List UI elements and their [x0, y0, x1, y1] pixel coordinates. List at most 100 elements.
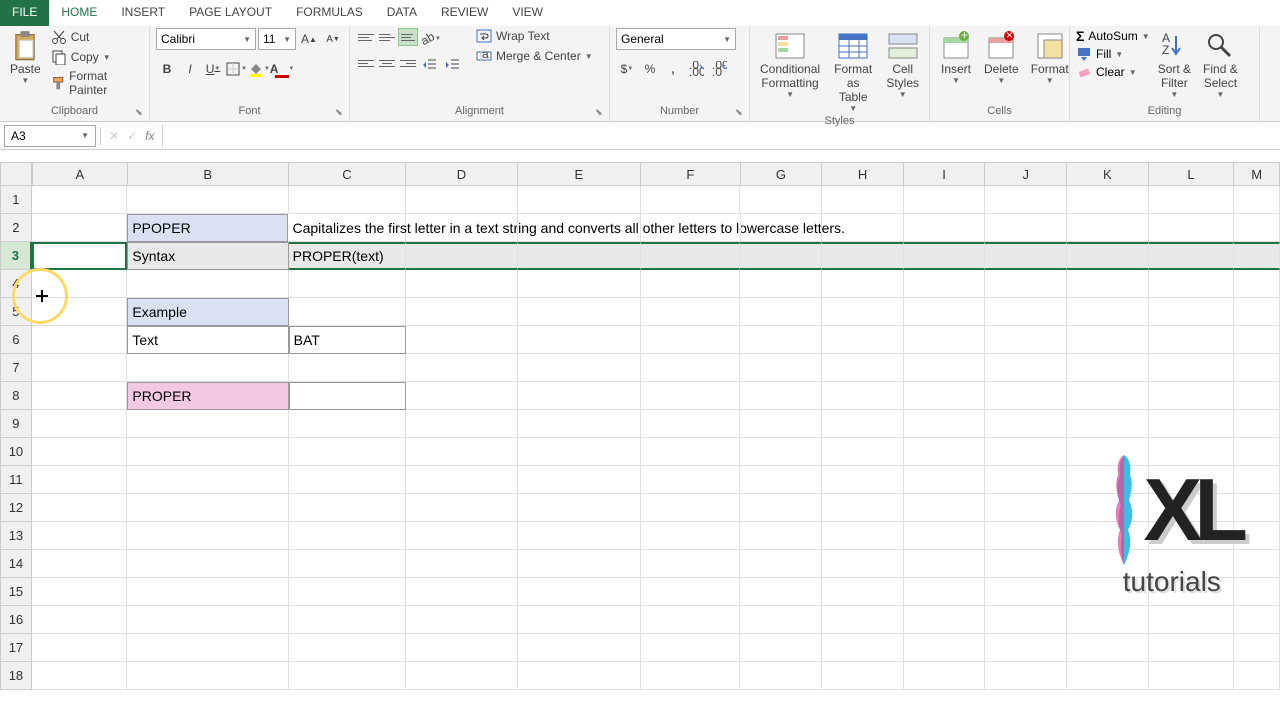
grow-font-button[interactable]: A▲: [298, 28, 320, 50]
cell[interactable]: [641, 438, 741, 466]
cell[interactable]: Example: [127, 298, 288, 326]
column-header[interactable]: F: [641, 162, 741, 186]
column-header[interactable]: I: [904, 162, 986, 186]
cell[interactable]: [1067, 298, 1149, 326]
cell[interactable]: [1234, 298, 1280, 326]
cell[interactable]: PPOPER: [127, 214, 288, 242]
row-header[interactable]: 4: [0, 270, 32, 298]
cell[interactable]: [127, 466, 288, 494]
cell[interactable]: [1067, 382, 1149, 410]
cell[interactable]: [1234, 634, 1280, 662]
cell[interactable]: [904, 186, 986, 214]
cell[interactable]: [406, 242, 517, 270]
column-header[interactable]: H: [822, 162, 904, 186]
cell[interactable]: [1149, 242, 1235, 270]
cell[interactable]: [1234, 382, 1280, 410]
row-header[interactable]: 12: [0, 494, 32, 522]
cell[interactable]: [32, 522, 128, 550]
cell[interactable]: [1234, 466, 1280, 494]
cell[interactable]: [127, 662, 288, 690]
column-header[interactable]: L: [1149, 162, 1235, 186]
column-header[interactable]: B: [128, 162, 289, 186]
align-middle-button[interactable]: [377, 28, 397, 46]
cell[interactable]: [985, 634, 1067, 662]
cell[interactable]: [127, 578, 288, 606]
cell[interactable]: [518, 298, 641, 326]
row-header[interactable]: 16: [0, 606, 32, 634]
cell[interactable]: [740, 550, 822, 578]
cell[interactable]: [1149, 382, 1235, 410]
select-all-corner[interactable]: [0, 162, 32, 186]
cell[interactable]: [985, 466, 1067, 494]
cell[interactable]: [740, 326, 822, 354]
increase-decimal-button[interactable]: .0.00: [685, 58, 707, 80]
font-color-button[interactable]: A▼: [271, 58, 293, 80]
cell[interactable]: [1234, 578, 1280, 606]
cell[interactable]: [1234, 606, 1280, 634]
cell[interactable]: [1067, 214, 1149, 242]
cell[interactable]: [985, 662, 1067, 690]
column-header[interactable]: E: [518, 162, 641, 186]
cell[interactable]: [127, 550, 288, 578]
row-header[interactable]: 6: [0, 326, 32, 354]
cell[interactable]: [904, 634, 986, 662]
name-box[interactable]: A3▼: [4, 125, 96, 147]
row-header[interactable]: 10: [0, 438, 32, 466]
cell[interactable]: [1067, 354, 1149, 382]
cell[interactable]: [904, 578, 986, 606]
cell[interactable]: [740, 578, 822, 606]
cell[interactable]: [822, 438, 904, 466]
cell[interactable]: [740, 410, 822, 438]
cell[interactable]: [1234, 438, 1280, 466]
cell[interactable]: [985, 578, 1067, 606]
cell[interactable]: [904, 382, 986, 410]
cell[interactable]: [740, 606, 822, 634]
dialog-launcher[interactable]: ⬊: [135, 107, 147, 119]
cell[interactable]: [127, 186, 288, 214]
dialog-launcher[interactable]: ⬊: [735, 107, 747, 119]
cell[interactable]: [518, 270, 641, 298]
row-header[interactable]: 13: [0, 522, 32, 550]
cell[interactable]: [518, 438, 641, 466]
cell[interactable]: [1067, 634, 1149, 662]
cell[interactable]: [985, 270, 1067, 298]
cell[interactable]: [1234, 186, 1280, 214]
cell[interactable]: [289, 270, 406, 298]
cell[interactable]: [518, 634, 641, 662]
find-select-button[interactable]: Find & Select▼: [1199, 28, 1242, 101]
cell[interactable]: [406, 662, 517, 690]
tab-insert[interactable]: INSERT: [109, 0, 177, 26]
cell[interactable]: Text: [127, 326, 288, 354]
cell[interactable]: [406, 410, 517, 438]
cell[interactable]: [518, 326, 641, 354]
cell[interactable]: [985, 382, 1067, 410]
cell[interactable]: [406, 606, 517, 634]
column-header[interactable]: D: [406, 162, 517, 186]
cell[interactable]: [985, 186, 1067, 214]
conditional-formatting-button[interactable]: Conditional Formatting▼: [756, 28, 824, 101]
align-center-button[interactable]: [377, 54, 397, 72]
row-header[interactable]: 5: [0, 298, 32, 326]
cell[interactable]: [127, 606, 288, 634]
cell[interactable]: [822, 578, 904, 606]
cell[interactable]: [641, 550, 741, 578]
cell[interactable]: [1149, 634, 1235, 662]
cell[interactable]: [641, 382, 741, 410]
cell[interactable]: [985, 326, 1067, 354]
cell[interactable]: [289, 606, 406, 634]
cell[interactable]: [406, 186, 517, 214]
cell[interactable]: [904, 438, 986, 466]
cell[interactable]: [518, 578, 641, 606]
align-left-button[interactable]: [356, 54, 376, 72]
cell[interactable]: [904, 270, 986, 298]
increase-indent-button[interactable]: [442, 54, 464, 76]
wrap-text-button[interactable]: Wrap Text: [476, 28, 593, 44]
cell[interactable]: [641, 410, 741, 438]
cell[interactable]: [406, 326, 517, 354]
cell[interactable]: [822, 354, 904, 382]
cell[interactable]: [822, 606, 904, 634]
cell[interactable]: [985, 522, 1067, 550]
cell[interactable]: [1067, 242, 1149, 270]
cell[interactable]: [641, 326, 741, 354]
cell[interactable]: [985, 354, 1067, 382]
